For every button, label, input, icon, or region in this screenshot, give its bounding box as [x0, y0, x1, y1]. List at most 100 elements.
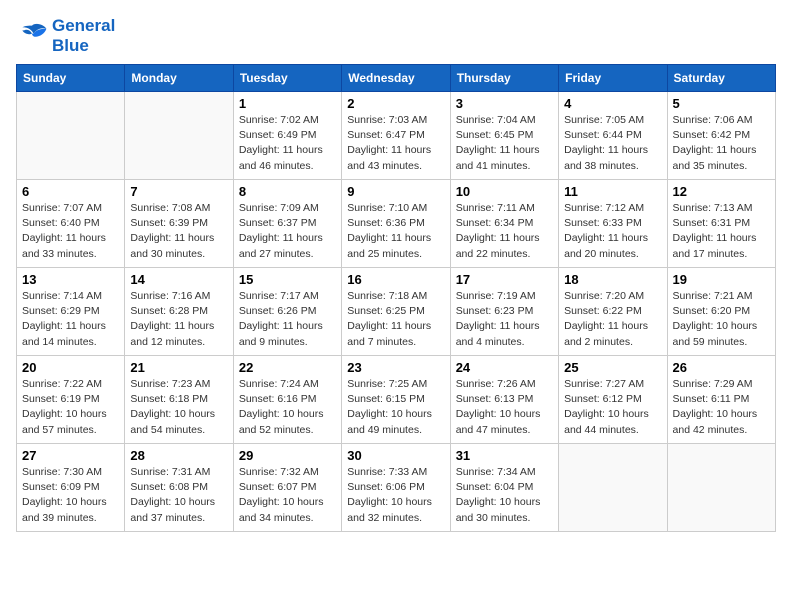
day-detail: Sunrise: 7:31 AMSunset: 6:08 PMDaylight:…	[130, 465, 227, 526]
day-number: 7	[130, 184, 227, 199]
day-number: 4	[564, 96, 661, 111]
day-detail: Sunrise: 7:34 AMSunset: 6:04 PMDaylight:…	[456, 465, 553, 526]
calendar-cell: 18Sunrise: 7:20 AMSunset: 6:22 PMDayligh…	[559, 268, 667, 356]
day-detail: Sunrise: 7:22 AMSunset: 6:19 PMDaylight:…	[22, 377, 119, 438]
calendar-cell: 19 Sunrise: 7:21 AMSunset: 6:20 PMDayligh…	[667, 268, 775, 356]
day-detail: Sunrise: 7:26 AMSunset: 6:13 PMDaylight:…	[456, 377, 553, 438]
day-header-friday: Friday	[559, 65, 667, 92]
calendar-cell: 22 Sunrise: 7:24 AMSunset: 6:16 PMDayligh…	[233, 356, 341, 444]
calendar-cell: 1 Sunrise: 7:02 AMSunset: 6:49 PMDaylight…	[233, 92, 341, 180]
day-number: 22	[239, 360, 336, 375]
day-number: 11	[564, 184, 661, 199]
calendar-cell: 4 Sunrise: 7:05 AMSunset: 6:44 PMDaylight…	[559, 92, 667, 180]
day-number: 8	[239, 184, 336, 199]
calendar-cell: 2 Sunrise: 7:03 AMSunset: 6:47 PMDaylight…	[342, 92, 450, 180]
day-number: 18	[564, 272, 661, 287]
day-number: 31	[456, 448, 553, 463]
day-number: 20	[22, 360, 119, 375]
day-header-thursday: Thursday	[450, 65, 558, 92]
week-row-4: 20 Sunrise: 7:22 AMSunset: 6:19 PMDayligh…	[17, 356, 776, 444]
calendar-cell: 3 Sunrise: 7:04 AMSunset: 6:45 PMDaylight…	[450, 92, 558, 180]
day-detail: Sunrise: 7:10 AMSunset: 6:36 PMDaylight:…	[347, 201, 444, 262]
page-header: General Blue	[16, 16, 776, 56]
calendar-cell	[559, 444, 667, 532]
day-number: 1	[239, 96, 336, 111]
calendar-cell: 28 Sunrise: 7:31 AMSunset: 6:08 PMDayligh…	[125, 444, 233, 532]
logo: General Blue	[16, 16, 115, 56]
calendar-cell: 25Sunrise: 7:27 AMSunset: 6:12 PMDayligh…	[559, 356, 667, 444]
day-number: 6	[22, 184, 119, 199]
calendar-cell: 14 Sunrise: 7:16 AMSunset: 6:28 PMDayligh…	[125, 268, 233, 356]
calendar-cell: 17Sunrise: 7:19 AMSunset: 6:23 PMDayligh…	[450, 268, 558, 356]
day-number: 9	[347, 184, 444, 199]
day-number: 19	[673, 272, 770, 287]
calendar-cell	[667, 444, 775, 532]
day-detail: Sunrise: 7:06 AMSunset: 6:42 PMDaylight:…	[673, 113, 770, 174]
calendar-table: SundayMondayTuesdayWednesdayThursdayFrid…	[16, 64, 776, 532]
day-header-tuesday: Tuesday	[233, 65, 341, 92]
day-number: 14	[130, 272, 227, 287]
day-number: 12	[673, 184, 770, 199]
day-detail: Sunrise: 7:21 AMSunset: 6:20 PMDaylight:…	[673, 289, 770, 350]
calendar-cell: 6 Sunrise: 7:07 AMSunset: 6:40 PMDaylight…	[17, 180, 125, 268]
day-number: 3	[456, 96, 553, 111]
calendar-cell	[125, 92, 233, 180]
day-detail: Sunrise: 7:16 AMSunset: 6:28 PMDaylight:…	[130, 289, 227, 350]
day-number: 27	[22, 448, 119, 463]
day-number: 10	[456, 184, 553, 199]
day-number: 29	[239, 448, 336, 463]
day-number: 28	[130, 448, 227, 463]
calendar-cell: 26 Sunrise: 7:29 AMSunset: 6:11 PMDayligh…	[667, 356, 775, 444]
day-number: 26	[673, 360, 770, 375]
day-detail: Sunrise: 7:05 AMSunset: 6:44 PMDaylight:…	[564, 113, 661, 174]
calendar-cell: 16 Sunrise: 7:18 AMSunset: 6:25 PMDayligh…	[342, 268, 450, 356]
day-detail: Sunrise: 7:23 AMSunset: 6:18 PMDaylight:…	[130, 377, 227, 438]
day-detail: Sunrise: 7:24 AMSunset: 6:16 PMDaylight:…	[239, 377, 336, 438]
day-detail: Sunrise: 7:29 AMSunset: 6:11 PMDaylight:…	[673, 377, 770, 438]
day-detail: Sunrise: 7:08 AMSunset: 6:39 PMDaylight:…	[130, 201, 227, 262]
calendar-cell: 30 Sunrise: 7:33 AMSunset: 6:06 PMDayligh…	[342, 444, 450, 532]
day-detail: Sunrise: 7:25 AMSunset: 6:15 PMDaylight:…	[347, 377, 444, 438]
day-detail: Sunrise: 7:33 AMSunset: 6:06 PMDaylight:…	[347, 465, 444, 526]
logo-bird-icon	[16, 22, 48, 50]
day-detail: Sunrise: 7:14 AMSunset: 6:29 PMDaylight:…	[22, 289, 119, 350]
calendar-cell: 24 Sunrise: 7:26 AMSunset: 6:13 PMDayligh…	[450, 356, 558, 444]
day-detail: Sunrise: 7:30 AMSunset: 6:09 PMDaylight:…	[22, 465, 119, 526]
day-number: 15	[239, 272, 336, 287]
day-number: 16	[347, 272, 444, 287]
day-detail: Sunrise: 7:09 AMSunset: 6:37 PMDaylight:…	[239, 201, 336, 262]
day-detail: Sunrise: 7:13 AMSunset: 6:31 PMDaylight:…	[673, 201, 770, 262]
calendar-cell: 29 Sunrise: 7:32 AMSunset: 6:07 PMDayligh…	[233, 444, 341, 532]
calendar-cell: 27 Sunrise: 7:30 AMSunset: 6:09 PMDayligh…	[17, 444, 125, 532]
day-number: 23	[347, 360, 444, 375]
day-detail: Sunrise: 7:12 AMSunset: 6:33 PMDaylight:…	[564, 201, 661, 262]
day-number: 30	[347, 448, 444, 463]
calendar-cell: 21Sunrise: 7:23 AMSunset: 6:18 PMDayligh…	[125, 356, 233, 444]
day-detail: Sunrise: 7:18 AMSunset: 6:25 PMDaylight:…	[347, 289, 444, 350]
calendar-cell: 13 Sunrise: 7:14 AMSunset: 6:29 PMDayligh…	[17, 268, 125, 356]
day-number: 2	[347, 96, 444, 111]
calendar-cell: 15 Sunrise: 7:17 AMSunset: 6:26 PMDayligh…	[233, 268, 341, 356]
calendar-cell: 9 Sunrise: 7:10 AMSunset: 6:36 PMDaylight…	[342, 180, 450, 268]
day-number: 5	[673, 96, 770, 111]
day-detail: Sunrise: 7:02 AMSunset: 6:49 PMDaylight:…	[239, 113, 336, 174]
day-detail: Sunrise: 7:11 AMSunset: 6:34 PMDaylight:…	[456, 201, 553, 262]
logo-text: General Blue	[52, 16, 115, 56]
week-row-5: 27 Sunrise: 7:30 AMSunset: 6:09 PMDayligh…	[17, 444, 776, 532]
calendar-cell	[17, 92, 125, 180]
week-row-1: 1 Sunrise: 7:02 AMSunset: 6:49 PMDaylight…	[17, 92, 776, 180]
calendar-cell: 10 Sunrise: 7:11 AMSunset: 6:34 PMDayligh…	[450, 180, 558, 268]
day-detail: Sunrise: 7:03 AMSunset: 6:47 PMDaylight:…	[347, 113, 444, 174]
calendar-cell: 8 Sunrise: 7:09 AMSunset: 6:37 PMDaylight…	[233, 180, 341, 268]
day-header-monday: Monday	[125, 65, 233, 92]
day-detail: Sunrise: 7:04 AMSunset: 6:45 PMDaylight:…	[456, 113, 553, 174]
week-row-3: 13 Sunrise: 7:14 AMSunset: 6:29 PMDayligh…	[17, 268, 776, 356]
day-detail: Sunrise: 7:07 AMSunset: 6:40 PMDaylight:…	[22, 201, 119, 262]
day-detail: Sunrise: 7:17 AMSunset: 6:26 PMDaylight:…	[239, 289, 336, 350]
calendar-cell: 11 Sunrise: 7:12 AMSunset: 6:33 PMDayligh…	[559, 180, 667, 268]
day-number: 24	[456, 360, 553, 375]
day-detail: Sunrise: 7:32 AMSunset: 6:07 PMDaylight:…	[239, 465, 336, 526]
calendar-cell: 12 Sunrise: 7:13 AMSunset: 6:31 PMDayligh…	[667, 180, 775, 268]
day-number: 13	[22, 272, 119, 287]
calendar-cell: 20 Sunrise: 7:22 AMSunset: 6:19 PMDayligh…	[17, 356, 125, 444]
